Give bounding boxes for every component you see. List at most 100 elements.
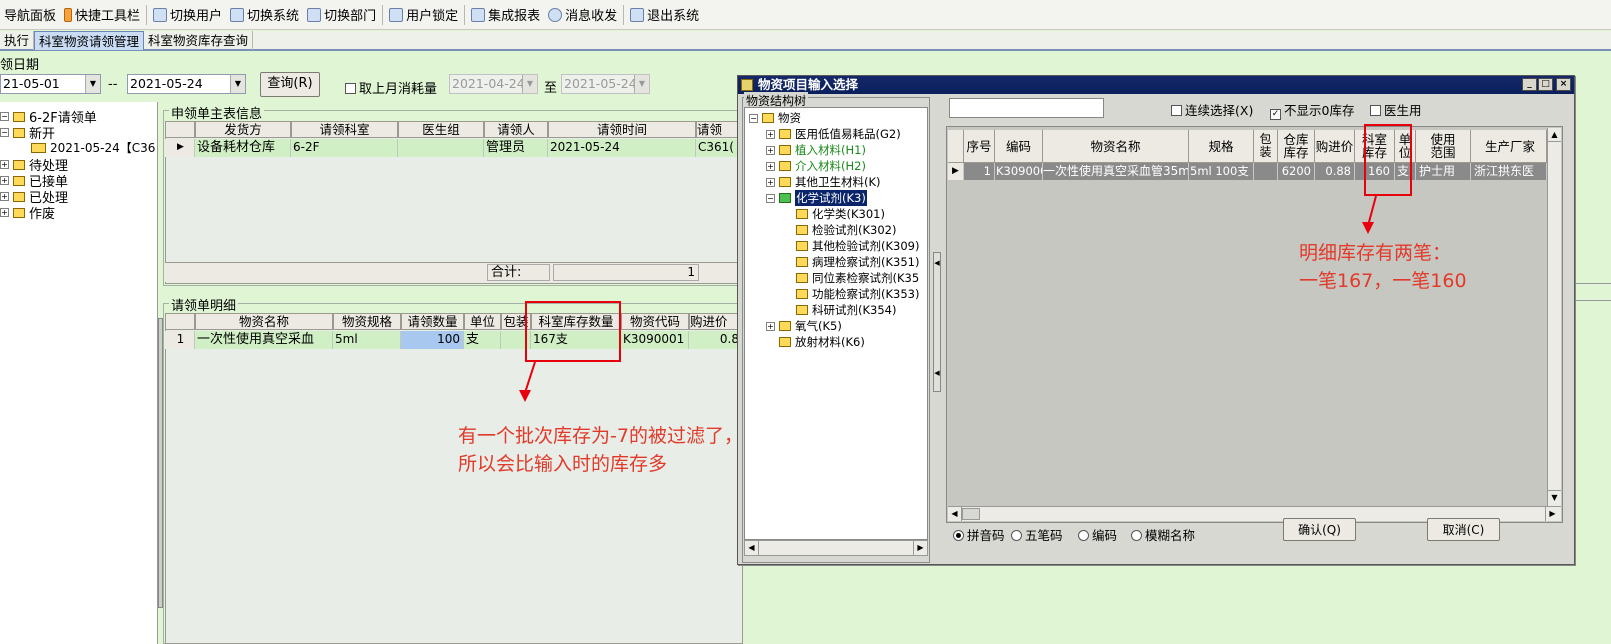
material-tree-node-label: 医用低值易耗品(G2) bbox=[795, 127, 901, 141]
material-tree-node[interactable]: 化学类(K301) bbox=[783, 206, 885, 222]
chevron-down-icon[interactable]: ▼ bbox=[230, 75, 245, 93]
expand-icon[interactable]: + bbox=[766, 161, 775, 171]
collapse-icon[interactable]: − bbox=[0, 112, 9, 121]
collapse-icon[interactable]: − bbox=[749, 113, 758, 123]
check-icon[interactable]: ✓ bbox=[1270, 109, 1281, 120]
total-label: 合计: bbox=[487, 264, 550, 281]
material-tree-node[interactable]: − 化学试剂(K3) bbox=[766, 190, 867, 206]
expand-icon[interactable]: + bbox=[766, 129, 775, 139]
maximize-icon[interactable]: □ bbox=[1538, 78, 1553, 91]
tree-new-child[interactable]: 2021-05-24【C36 bbox=[31, 139, 155, 156]
radio-on-icon[interactable] bbox=[953, 530, 964, 541]
expand-icon[interactable]: + bbox=[0, 208, 9, 217]
expand-icon[interactable]: + bbox=[0, 176, 9, 185]
folder-icon bbox=[13, 191, 25, 202]
report-button[interactable]: 集成报表 bbox=[467, 3, 544, 27]
tab-execute[interactable]: 执行 bbox=[0, 31, 35, 50]
master-corner-header bbox=[165, 121, 195, 138]
last-month-label: 取上月消耗量 bbox=[359, 82, 438, 97]
material-tree-node[interactable]: 检验试剂(K302) bbox=[783, 222, 896, 238]
material-tree-node[interactable]: 病理检察试剂(K351) bbox=[783, 254, 919, 270]
material-tree-node[interactable]: − 物资 bbox=[749, 110, 801, 126]
minimize-icon[interactable]: _ bbox=[1522, 78, 1537, 91]
expand-icon[interactable]: + bbox=[766, 321, 775, 331]
checkbox-box[interactable] bbox=[345, 83, 356, 94]
folder-open-icon bbox=[31, 142, 46, 153]
material-tree-node[interactable]: 放射材料(K6) bbox=[766, 334, 865, 350]
cancel-button[interactable]: 取消(C) bbox=[1427, 518, 1500, 541]
collapse-icon[interactable]: − bbox=[766, 193, 775, 203]
material-tree-node[interactable]: + 介入材料(H2) bbox=[766, 158, 866, 174]
scroll-right-icon[interactable]: ▶ bbox=[1545, 507, 1559, 521]
scroll-thumb[interactable] bbox=[962, 508, 980, 520]
material-tree-node[interactable]: 同位素检察试剂(K35 bbox=[783, 270, 919, 286]
material-tree-node[interactable]: + 氧气(K5) bbox=[766, 318, 842, 334]
folder-icon bbox=[779, 337, 791, 347]
expand-icon[interactable]: + bbox=[766, 145, 775, 155]
nav-panel-button[interactable]: 导航面板 bbox=[0, 3, 60, 27]
confirm-button[interactable]: 确认(Q) bbox=[1283, 518, 1356, 541]
material-tree-node[interactable]: + 医用低值易耗品(G2) bbox=[766, 126, 901, 142]
query-button[interactable]: 查询(R) bbox=[260, 72, 320, 97]
checkbox-box[interactable] bbox=[1171, 105, 1182, 116]
radio-code[interactable]: 编码 bbox=[1078, 525, 1117, 544]
material-tree-node-label: 化学试剂(K3) bbox=[795, 190, 867, 206]
material-tree-node[interactable]: 功能检察试剂(K353) bbox=[783, 286, 919, 302]
scroll-left-icon[interactable]: ◀ bbox=[745, 541, 759, 555]
radio-wubi[interactable]: 五笔码 bbox=[1011, 525, 1063, 544]
annotation-filtered-note-1: 有一个批次库存为-7的被过滤了， bbox=[458, 425, 743, 447]
splitter-handle[interactable] bbox=[158, 318, 163, 608]
scroll-right-icon[interactable]: ▶ bbox=[913, 541, 927, 555]
material-tree-node[interactable]: + 其他卫生材料(K) bbox=[766, 174, 881, 190]
continuous-select-checkbox[interactable]: 连续选择(X) bbox=[1171, 100, 1253, 119]
message-button[interactable]: 消息收发 bbox=[544, 3, 621, 27]
switch-user-button[interactable]: 切换用户 bbox=[149, 3, 226, 27]
scroll-down-icon[interactable]: ▼ bbox=[1548, 490, 1561, 504]
master-col-doctor-group: 医生组 bbox=[398, 121, 484, 138]
radio-fuzzy[interactable]: 模糊名称 bbox=[1131, 525, 1195, 544]
exit-button[interactable]: 退出系统 bbox=[626, 3, 703, 27]
tab-dept-stock-query[interactable]: 科室物资库存查询 bbox=[144, 31, 254, 50]
close-icon[interactable]: × bbox=[1556, 78, 1571, 91]
last-from-value: 2021-04-24 bbox=[452, 76, 525, 91]
material-tree-node[interactable]: 其他检验试剂(K309) bbox=[783, 238, 919, 254]
expand-icon[interactable]: + bbox=[766, 177, 775, 187]
tree-hscrollbar[interactable]: ◀ ▶ bbox=[744, 540, 928, 556]
result-col-pack: 包装 bbox=[1254, 130, 1278, 163]
radio-off-icon[interactable] bbox=[1078, 530, 1089, 541]
date-to-combo[interactable]: 2021-05-24 ▼ bbox=[127, 74, 246, 94]
user-lock-button[interactable]: 用户锁定 bbox=[385, 3, 462, 27]
last-month-checkbox[interactable]: 取上月消耗量 bbox=[345, 78, 437, 97]
result-col-price: 购进价 bbox=[1315, 130, 1355, 163]
master-cell-no: C361( bbox=[696, 139, 743, 157]
checkbox-box[interactable] bbox=[1370, 105, 1381, 116]
chevron-down-icon[interactable]: ▼ bbox=[85, 75, 100, 93]
material-tree-node[interactable]: 科研试剂(K354) bbox=[783, 302, 896, 318]
radio-pinyin[interactable]: 拼音码 bbox=[953, 525, 1005, 544]
scroll-up-icon[interactable]: ▲ bbox=[1548, 128, 1561, 142]
folder-icon bbox=[779, 321, 791, 331]
expand-icon[interactable]: + bbox=[0, 160, 9, 169]
doctor-use-checkbox[interactable]: 医生用 bbox=[1370, 100, 1422, 119]
splitter-handle[interactable]: ◀ ◀ bbox=[933, 252, 941, 392]
collapse-icon[interactable]: − bbox=[0, 128, 9, 137]
material-tree-node[interactable]: + 植入材料(H1) bbox=[766, 142, 866, 158]
expand-icon[interactable]: + bbox=[0, 192, 9, 201]
scroll-left-icon[interactable]: ◀ bbox=[948, 507, 962, 521]
switch-system-button[interactable]: 切换系统 bbox=[226, 3, 303, 27]
result-col-manufacturer: 生产厂家 bbox=[1471, 130, 1547, 163]
radio-off-icon[interactable] bbox=[1131, 530, 1142, 541]
quick-toolbar-button[interactable]: 快捷工具栏 bbox=[60, 3, 144, 27]
result-col-name: 物资名称 bbox=[1043, 130, 1189, 163]
radio-off-icon[interactable] bbox=[1011, 530, 1022, 541]
date-from-combo[interactable]: 21-05-01 ▼ bbox=[0, 74, 101, 94]
material-tree-node-label: 介入材料(H2) bbox=[795, 159, 866, 173]
tab-dept-requisition[interactable]: 科室物资请领管理 bbox=[34, 31, 145, 50]
hide-zero-stock-checkbox[interactable]: ✓ 不显示0库存 bbox=[1270, 100, 1354, 120]
search-input[interactable] bbox=[949, 98, 1104, 118]
detail-cell-qty[interactable]: 100 bbox=[401, 331, 464, 349]
switch-department-button[interactable]: 切换部门 bbox=[303, 3, 380, 27]
result-vscrollbar[interactable]: ▲ ▼ bbox=[1547, 128, 1561, 506]
user-lock-label: 用户锁定 bbox=[406, 9, 459, 24]
tree-void[interactable]: + 作废 bbox=[0, 203, 55, 222]
